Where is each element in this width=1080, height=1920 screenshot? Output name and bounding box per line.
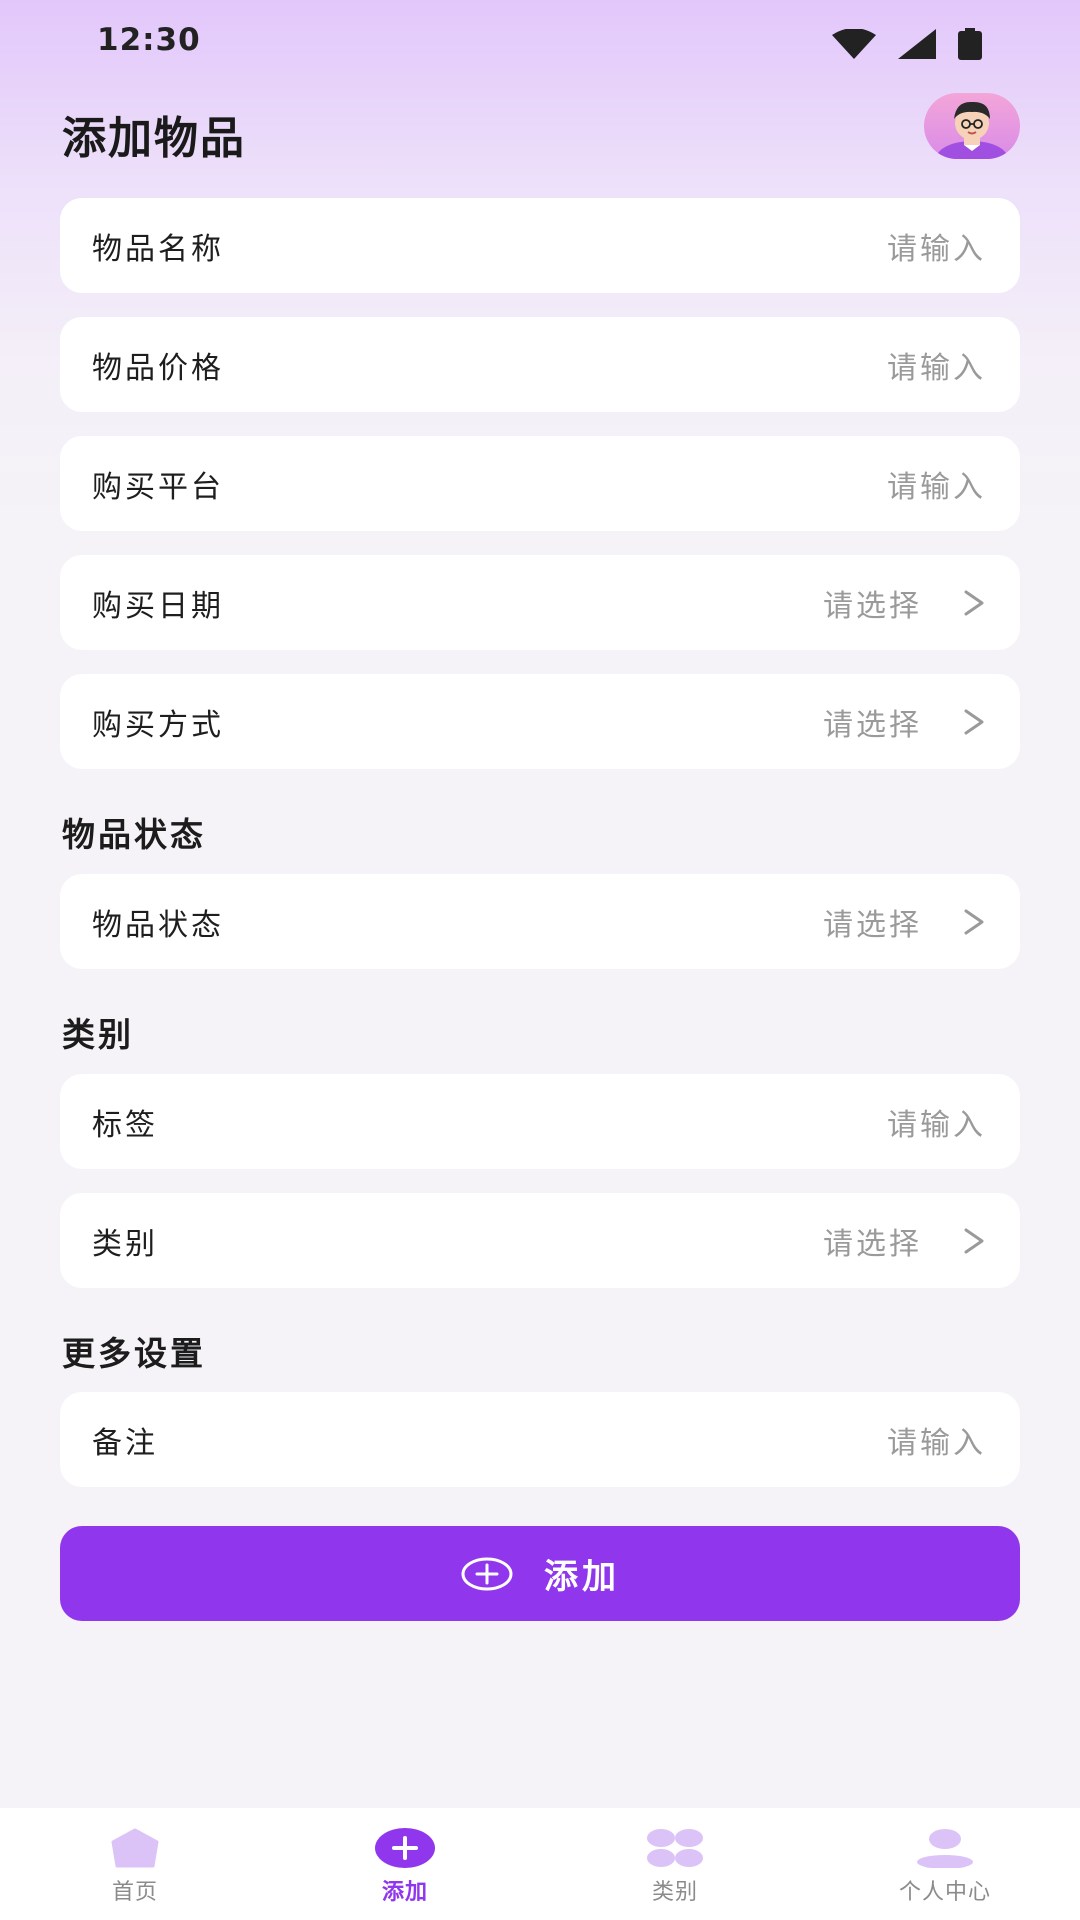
chevron-right-icon bbox=[964, 909, 984, 934]
tab-category[interactable]: 类别 bbox=[540, 1808, 810, 1920]
field-label: 购买平台 bbox=[92, 469, 224, 505]
purchase-method-select[interactable]: 请选择 bbox=[823, 700, 922, 744]
field-label: 标签 bbox=[92, 1107, 158, 1143]
status-time: 12:30 bbox=[97, 22, 201, 58]
field-label: 物品状态 bbox=[92, 907, 224, 943]
user-icon bbox=[917, 1829, 973, 1868]
battery-icon bbox=[958, 28, 982, 60]
wifi-icon bbox=[832, 29, 876, 59]
field-item-status[interactable]: 物品状态 请选择 bbox=[60, 874, 1020, 969]
plus-circle-icon bbox=[461, 1557, 513, 1590]
field-purchase-date[interactable]: 购买日期 请选择 bbox=[60, 555, 1020, 650]
category-icon bbox=[647, 1829, 703, 1867]
add-button-label: 添加 bbox=[544, 1557, 620, 1597]
field-label: 物品价格 bbox=[92, 350, 224, 386]
chevron-right-icon bbox=[964, 709, 984, 734]
purchase-date-select[interactable]: 请选择 bbox=[823, 581, 922, 625]
field-purchase-method[interactable]: 购买方式 请选择 bbox=[60, 674, 1020, 769]
field-label: 类别 bbox=[92, 1226, 158, 1262]
item-name-input[interactable]: 请输入 bbox=[887, 224, 986, 268]
tab-add[interactable]: 添加 bbox=[270, 1808, 540, 1920]
section-title-status: 物品状态 bbox=[62, 815, 206, 854]
section-title-more: 更多设置 bbox=[62, 1334, 206, 1373]
chevron-right-icon bbox=[964, 590, 984, 615]
field-label: 物品名称 bbox=[92, 231, 224, 267]
tab-profile[interactable]: 个人中心 bbox=[810, 1808, 1080, 1920]
item-status-select[interactable]: 请选择 bbox=[823, 900, 922, 944]
field-label: 购买日期 bbox=[92, 588, 224, 624]
tag-input[interactable]: 请输入 bbox=[887, 1100, 986, 1144]
add-icon bbox=[375, 1828, 435, 1868]
item-price-input[interactable]: 请输入 bbox=[887, 343, 986, 387]
field-item-name[interactable]: 物品名称 请输入 bbox=[60, 198, 1020, 293]
field-label: 备注 bbox=[92, 1425, 158, 1461]
field-category[interactable]: 类别 请选择 bbox=[60, 1193, 1020, 1288]
status-icons bbox=[832, 28, 982, 60]
add-button[interactable]: 添加 bbox=[60, 1526, 1020, 1621]
purchase-platform-input[interactable]: 请输入 bbox=[887, 462, 986, 506]
field-tag[interactable]: 标签 请输入 bbox=[60, 1074, 1020, 1169]
tab-label: 添加 bbox=[381, 1880, 428, 1905]
tab-home[interactable]: 首页 bbox=[0, 1808, 270, 1920]
field-item-price[interactable]: 物品价格 请输入 bbox=[60, 317, 1020, 412]
avatar-image bbox=[936, 101, 1008, 159]
status-bar: 12:30 bbox=[0, 0, 1080, 88]
header: 添加物品 bbox=[0, 88, 1080, 198]
avatar[interactable] bbox=[924, 93, 1020, 159]
field-label: 购买方式 bbox=[92, 707, 224, 743]
tab-label: 个人中心 bbox=[898, 1880, 991, 1905]
chevron-right-icon bbox=[964, 1228, 984, 1253]
tab-label: 类别 bbox=[651, 1880, 698, 1905]
signal-icon bbox=[898, 29, 936, 59]
section-title-category: 类别 bbox=[62, 1015, 134, 1054]
page-title: 添加物品 bbox=[62, 113, 246, 164]
note-input[interactable]: 请输入 bbox=[887, 1418, 986, 1462]
home-icon bbox=[111, 1828, 159, 1868]
category-select[interactable]: 请选择 bbox=[823, 1219, 922, 1263]
tab-label: 首页 bbox=[111, 1880, 158, 1905]
field-note[interactable]: 备注 请输入 bbox=[60, 1392, 1020, 1487]
field-purchase-platform[interactable]: 购买平台 请输入 bbox=[60, 436, 1020, 531]
bottom-tab-bar: 首页 添加 类别 个人中心 bbox=[0, 1808, 1080, 1920]
